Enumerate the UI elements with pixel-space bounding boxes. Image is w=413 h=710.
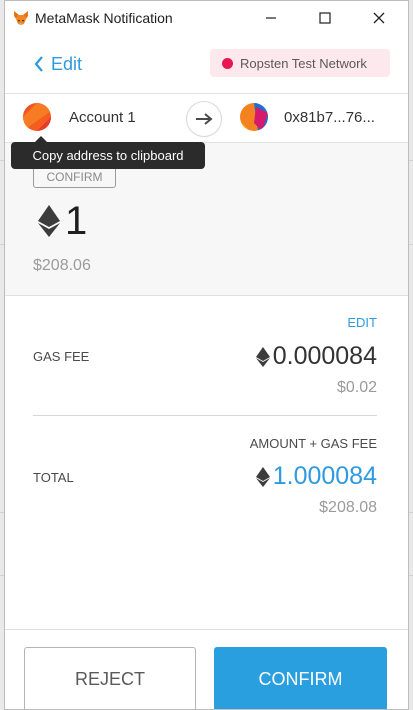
- minimize-icon: [266, 17, 276, 19]
- sender-account-name: Account 1: [69, 108, 136, 126]
- sender-recipient-bar: Account 1 0x81b7...76...: [5, 93, 408, 143]
- arrow-right-icon: [196, 113, 213, 125]
- minimize-button[interactable]: [248, 1, 294, 35]
- title-bar: MetaMask Notification: [5, 1, 408, 35]
- ethereum-icon: [255, 346, 270, 367]
- ethereum-icon: [255, 466, 270, 487]
- confirm-button[interactable]: CONFIRM: [214, 647, 387, 709]
- sender-account[interactable]: Account 1: [23, 103, 136, 131]
- action-footer: REJECT CONFIRM: [5, 629, 408, 709]
- back-edit-label: Edit: [51, 53, 83, 74]
- reject-button[interactable]: REJECT: [24, 647, 196, 709]
- total-fiat: $208.08: [319, 499, 377, 516]
- close-icon: [373, 12, 385, 24]
- back-edit-link[interactable]: Edit: [33, 53, 82, 75]
- ethereum-icon: [38, 205, 60, 237]
- copy-address-tooltip: Copy address to clipboard: [11, 136, 205, 169]
- transfer-arrow: [186, 101, 222, 137]
- network-status-dot: [222, 57, 233, 69]
- sender-avatar: [23, 103, 51, 131]
- amount-fiat-value: $208.06: [33, 257, 91, 274]
- chevron-left-icon: [34, 56, 43, 72]
- recipient-avatar: [240, 103, 268, 131]
- gas-fee-eth: 0.000084: [272, 342, 377, 370]
- confirm-header: Edit Ropsten Test Network: [5, 35, 408, 93]
- total-eth: 1.000084: [272, 462, 377, 490]
- network-indicator[interactable]: Ropsten Test Network: [210, 49, 390, 77]
- recipient-address: 0x81b7...76...: [284, 108, 375, 126]
- gas-fee-fiat: $0.02: [336, 379, 377, 396]
- details-divider: [33, 415, 377, 416]
- gas-fee-label: GAS FEE: [33, 349, 90, 364]
- metamask-fox-icon: [14, 11, 28, 25]
- amount-value: 1: [65, 199, 88, 243]
- amount-row: 1: [38, 201, 87, 241]
- recipient-account[interactable]: 0x81b7...76...: [240, 103, 375, 131]
- maximize-icon: [319, 12, 331, 24]
- window-title: MetaMask Notification: [35, 10, 173, 26]
- total-value: 1.000084: [255, 462, 377, 491]
- network-label: Ropsten Test Network: [240, 55, 367, 71]
- close-button[interactable]: [356, 1, 402, 35]
- total-label: TOTAL: [33, 470, 74, 485]
- maximize-button[interactable]: [302, 1, 348, 35]
- edit-gas-link[interactable]: EDIT: [347, 315, 377, 330]
- gas-fee-value: 0.000084: [255, 342, 377, 371]
- transaction-details: EDIT GAS FEE 0.000084 $0.02 AMOUNT + GAS…: [5, 297, 408, 629]
- amount-plus-gas-header: AMOUNT + GAS FEE: [249, 436, 377, 451]
- metamask-notification-window: MetaMask Notification Edit Ropsten Test …: [4, 0, 409, 710]
